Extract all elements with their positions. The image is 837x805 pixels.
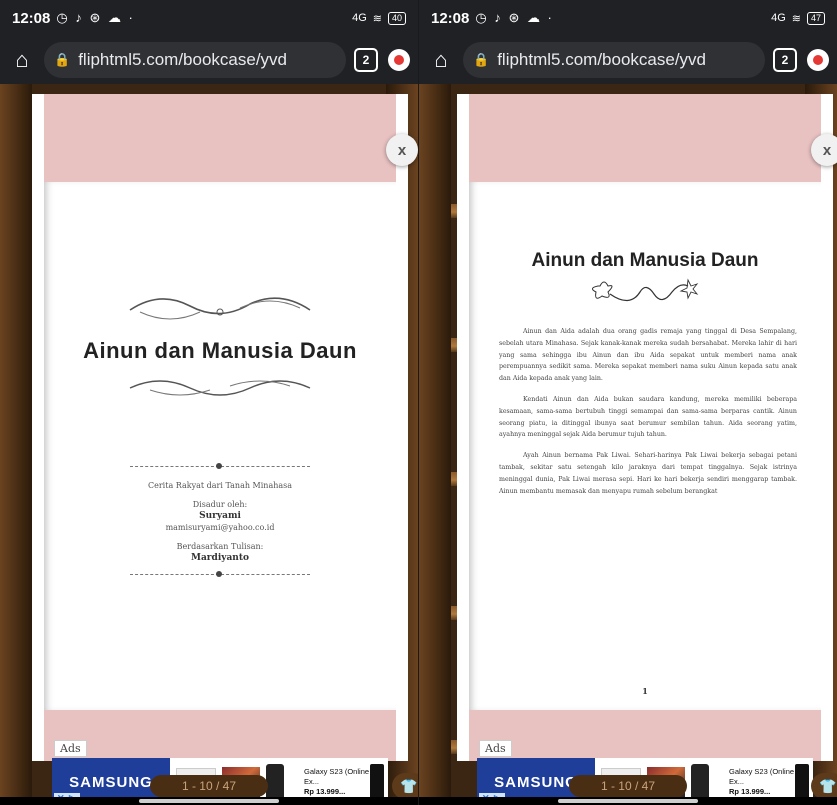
theme-shirt-icon[interactable]: 👕 [811, 773, 837, 799]
story-page[interactable]: Ainun dan Manusia Daun Ainun dan Aida ad… [469, 182, 821, 710]
ad-copy: Galaxy S23 (Online Ex... Rp 13.999... [725, 767, 795, 797]
gesture-nav-bar[interactable] [419, 797, 837, 805]
based-on-label: Berdasarkan Tulisan: [176, 542, 264, 551]
close-button[interactable]: x [386, 134, 418, 166]
wifi-icon: ≋ [791, 12, 801, 25]
ad-phone-edge-icon [370, 764, 384, 800]
notification-icons: ◷ ♪ ⊛ ☁ · [56, 10, 135, 25]
story-body: Ainun dan Aida adalah dua orang gadis re… [469, 326, 821, 497]
ads-label: Ads [54, 740, 87, 757]
story-paragraph: Ayah Ainun bernama Pak Liwai. Sehari-har… [499, 452, 797, 495]
top-flourish-icon [129, 297, 311, 320]
ad-area: Ads SAMSUNG ✕ ▷ Galaxy S23 (Online Ex...… [44, 710, 396, 805]
signal-icon: 4G [771, 12, 786, 24]
address-bar[interactable]: 🔒 fliphtml5.com/bookcase/yvd [44, 42, 346, 78]
ads-label: Ads [479, 740, 512, 757]
status-bar: 12:08 ◷ ♪ ⊛ ☁ · 4G ≋ 40 [0, 0, 418, 36]
phone-screen-left: 12:08 ◷ ♪ ⊛ ☁ · 4G ≋ 40 ⌂ 🔒 fliphtml5.co… [0, 0, 418, 805]
bottom-flourish-icon [129, 380, 311, 396]
system-icons: 4G ≋ 40 [352, 11, 406, 25]
floral-flourish-icon [592, 278, 699, 302]
gesture-nav-bar[interactable] [0, 797, 418, 805]
home-indicator [139, 799, 279, 803]
battery-icon: 40 [387, 11, 406, 25]
lock-icon: 🔒 [54, 52, 71, 67]
ad-area: Ads SAMSUNG ✕ ▷ Galaxy S23 (Online Ex...… [469, 710, 821, 805]
url-text: fliphtml5.com/bookcase/yvd [78, 50, 288, 69]
adapter-name-row: Suryami [44, 510, 396, 522]
signal-icon: 4G [352, 12, 367, 24]
divider-bottom [130, 570, 310, 578]
book-viewer: x Ainun dan Manusia Daun Ainun dan Aida … [457, 94, 837, 805]
page-indicator[interactable]: 1 - 10 / 47 [150, 775, 268, 797]
status-bar: 12:08 ◷ ♪ ⊛ ☁ · 4G ≋ 47 [419, 0, 837, 36]
ad-phone-icon [266, 764, 284, 800]
ad-product: Galaxy S23 (Online Ex... [729, 767, 795, 786]
browser-toolbar: ⌂ 🔒 fliphtml5.com/bookcase/yvd 2 [419, 36, 837, 84]
page-header-band [469, 94, 821, 182]
adapter-name: Suryami [199, 511, 241, 521]
book-viewer: x Ainun dan Manusia Daun Cerita Rakyat d… [32, 94, 418, 805]
ad-brand-text: SAMSUNG [494, 773, 578, 791]
browser-menu-icon[interactable] [807, 49, 829, 71]
browser-menu-icon[interactable] [388, 49, 410, 71]
system-icons: 4G ≋ 47 [771, 11, 825, 25]
book-title: Ainun dan Manusia Daun [83, 338, 357, 363]
status-time: 12:08 [431, 9, 470, 27]
home-icon[interactable]: ⌂ [427, 46, 455, 74]
ad-price: Rp 13.999... [304, 787, 346, 796]
story-paragraph: Kendati Ainun dan Aida bukan saudara kan… [499, 395, 797, 439]
divider-top [130, 462, 310, 470]
cover-page[interactable]: Ainun dan Manusia Daun Cerita Rakyat dar… [44, 182, 396, 710]
story-title: Ainun dan Manusia Daun [531, 250, 759, 271]
adapter-email: mamisuryami@yahoo.co.id [165, 523, 275, 532]
browser-toolbar: ⌂ 🔒 fliphtml5.com/bookcase/yvd 2 [0, 36, 418, 84]
battery-icon: 47 [806, 11, 825, 25]
theme-shirt-icon[interactable]: 👕 [392, 773, 418, 799]
ad-price: Rp 13.999... [729, 787, 771, 796]
home-icon[interactable]: ⌂ [8, 46, 36, 74]
close-button[interactable]: x [811, 134, 837, 166]
phone-screen-right: 12:08 ◷ ♪ ⊛ ☁ · 4G ≋ 47 ⌂ 🔒 fliphtml5.co… [419, 0, 837, 805]
page-header-band [44, 94, 396, 182]
wifi-icon: ≋ [372, 12, 382, 25]
ad-phone-edge-icon [795, 764, 809, 800]
book-subtitle: Cerita Rakyat dari Tanah Minahasa [147, 481, 293, 490]
ad-copy: Galaxy S23 (Online Ex... Rp 13.999... [300, 767, 370, 797]
tab-switcher-button[interactable]: 2 [354, 48, 378, 72]
page-indicator[interactable]: 1 - 10 / 47 [569, 775, 687, 797]
url-text: fliphtml5.com/bookcase/yvd [497, 50, 707, 69]
lock-icon: 🔒 [473, 52, 490, 67]
home-indicator [558, 799, 698, 803]
status-time: 12:08 [12, 9, 51, 27]
story-paragraph: Ainun dan Aida adalah dua orang gadis re… [499, 328, 797, 383]
tab-switcher-button[interactable]: 2 [773, 48, 797, 72]
ad-product: Galaxy S23 (Online Ex... [304, 767, 370, 786]
author-name-row: Mardiyanto [44, 552, 396, 564]
author-name: Mardiyanto [190, 553, 249, 563]
notification-icons: ◷ ♪ ⊛ ☁ · [475, 10, 554, 25]
adapted-by-label: Disadur oleh: [192, 500, 248, 509]
ad-phone-icon [691, 764, 709, 800]
address-bar[interactable]: 🔒 fliphtml5.com/bookcase/yvd [463, 42, 765, 78]
ad-brand-text: SAMSUNG [69, 773, 153, 791]
page-number: 1 [642, 686, 648, 696]
